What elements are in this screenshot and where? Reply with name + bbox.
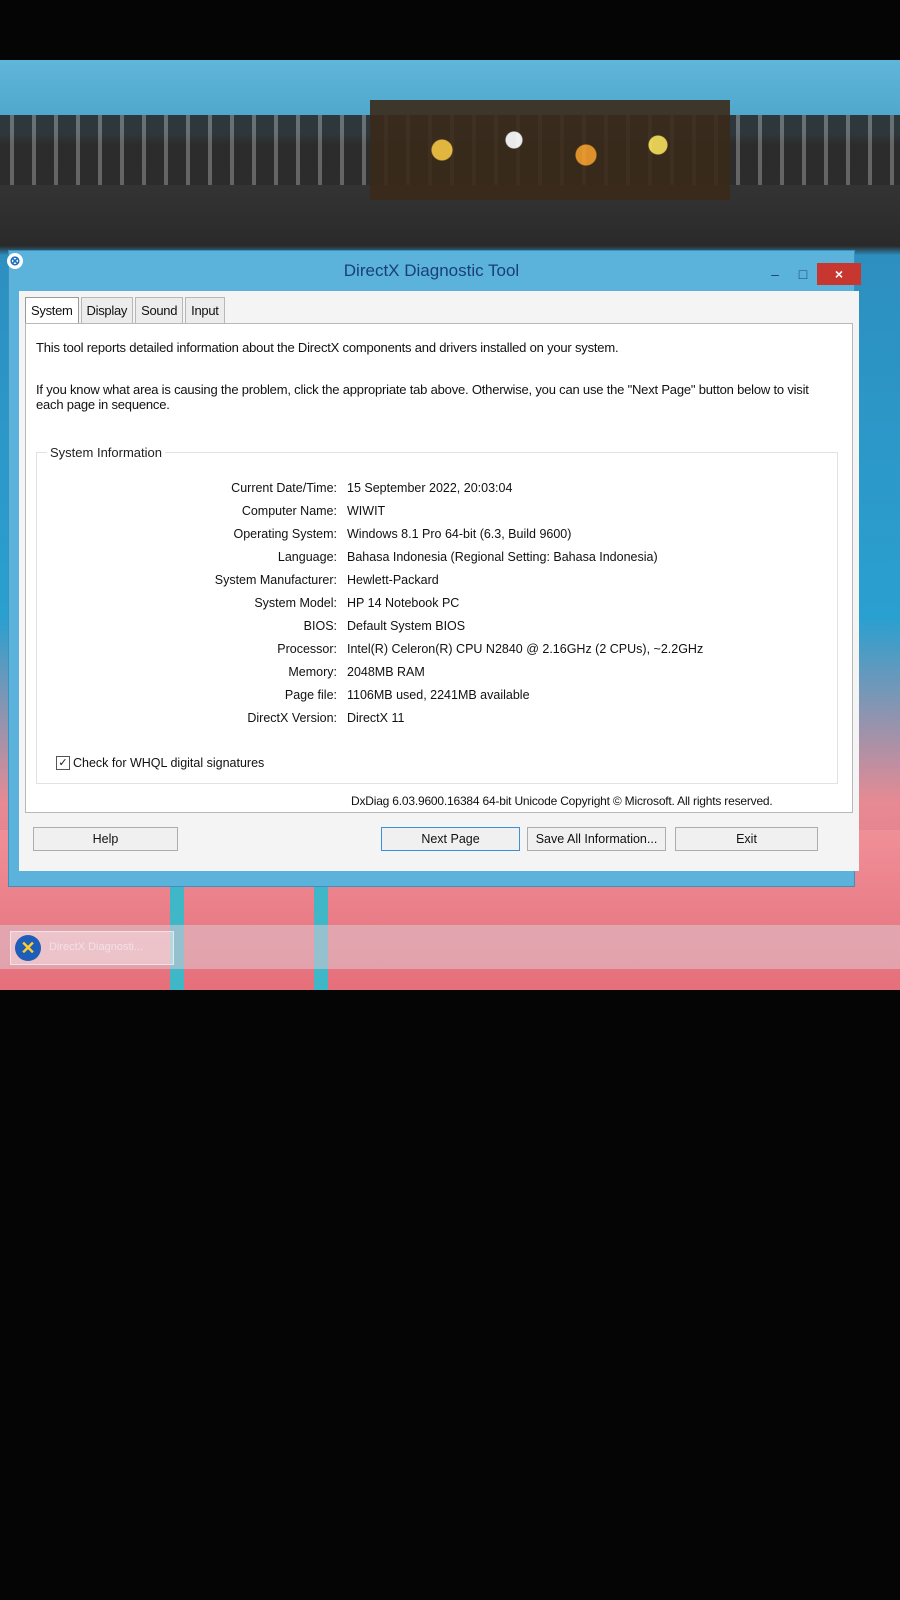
- info-value: Hewlett-Packard: [347, 573, 439, 587]
- window-client-area: System Display Sound Input This tool rep…: [19, 291, 859, 871]
- info-label: System Model:: [254, 596, 337, 610]
- info-value: Default System BIOS: [347, 619, 466, 633]
- directx-icon: ✕: [15, 935, 41, 961]
- taskbar-item-label: DirectX Diagnosti...: [49, 941, 144, 953]
- info-row-directx-version: DirectX Version: DirectX 11: [37, 711, 837, 733]
- info-label: DirectX Version:: [247, 711, 337, 725]
- info-value: 2048MB RAM: [347, 665, 425, 679]
- info-value: Bahasa Indonesia (Regional Setting: Baha…: [347, 550, 658, 564]
- copyright-text: DxDiag 6.03.9600.16384 64-bit Unicode Co…: [351, 794, 773, 808]
- info-value: DirectX 11: [347, 711, 405, 725]
- info-label: Computer Name:: [241, 504, 337, 518]
- maximize-button[interactable]: □: [789, 263, 817, 285]
- system-tab-panel: This tool reports detailed information a…: [25, 323, 853, 813]
- tab-system[interactable]: System: [25, 297, 79, 323]
- info-label: BIOS:: [303, 619, 337, 633]
- close-button[interactable]: ×: [817, 263, 861, 285]
- instructions-text: If you know what area is causing the pro…: [36, 382, 809, 412]
- info-row-bios: BIOS: Default System BIOS: [37, 619, 837, 641]
- help-button[interactable]: Help: [33, 827, 178, 851]
- info-row-model: System Model: HP 14 Notebook PC: [37, 596, 837, 618]
- info-row-memory: Memory: 2048MB RAM: [37, 665, 837, 687]
- taskbar-item-dxdiag[interactable]: ✕ DirectX Diagnosti...: [10, 931, 174, 965]
- info-label: Current Date/Time:: [231, 481, 337, 495]
- info-label: Processor:: [277, 642, 337, 656]
- save-all-information-button[interactable]: Save All Information...: [527, 827, 666, 851]
- info-label: Language:: [277, 550, 337, 564]
- info-value: WIWIT: [347, 504, 386, 518]
- exit-button[interactable]: Exit: [675, 827, 818, 851]
- info-label: System Manufacturer:: [214, 573, 337, 587]
- dxdiag-window: ⊗ DirectX Diagnostic Tool – □ × System D…: [7, 250, 861, 887]
- info-row-os: Operating System: Windows 8.1 Pro 64-bit…: [37, 527, 837, 549]
- whql-checkbox-row[interactable]: ✓ Check for WHQL digital signatures: [56, 756, 264, 770]
- tab-input[interactable]: Input: [185, 297, 225, 323]
- info-row-date: Current Date/Time: 15 September 2022, 20…: [37, 481, 837, 503]
- info-value: Windows 8.1 Pro 64-bit (6.3, Build 9600): [347, 527, 572, 541]
- tab-sound[interactable]: Sound: [135, 297, 184, 323]
- whql-checkbox[interactable]: ✓: [56, 756, 70, 770]
- info-row-language: Language: Bahasa Indonesia (Regional Set…: [37, 550, 837, 572]
- info-row-computer-name: Computer Name: WIWIT: [37, 504, 837, 526]
- info-value: 1106MB used, 2241MB available: [347, 688, 530, 702]
- info-value: Intel(R) Celeron(R) CPU N2840 @ 2.16GHz …: [347, 642, 704, 656]
- info-label: Memory:: [288, 665, 337, 679]
- info-row-manufacturer: System Manufacturer: Hewlett-Packard: [37, 573, 837, 595]
- intro-text: This tool reports detailed information a…: [36, 340, 619, 355]
- next-page-button[interactable]: Next Page: [381, 827, 520, 851]
- whql-label[interactable]: Check for WHQL digital signatures: [73, 756, 264, 770]
- info-row-processor: Processor: Intel(R) Celeron(R) CPU N2840…: [37, 642, 837, 664]
- window-title: DirectX Diagnostic Tool: [343, 261, 520, 280]
- info-row-page-file: Page file: 1106MB used, 2241MB available: [37, 688, 837, 710]
- taskbar: ✕ DirectX Diagnosti...: [0, 925, 900, 969]
- tab-strip: System Display Sound Input: [25, 297, 227, 323]
- info-value: 15 September 2022, 20:03:04: [347, 481, 513, 495]
- info-label: Page file:: [284, 688, 337, 702]
- info-label: Operating System:: [233, 527, 337, 541]
- system-information-group: System Information Current Date/Time: 15…: [36, 445, 838, 784]
- wallpaper-flowers: [370, 100, 730, 200]
- group-label: System Information: [47, 445, 165, 460]
- minimize-button[interactable]: –: [761, 263, 789, 285]
- desktop-screen: ⊗ DirectX Diagnostic Tool – □ × System D…: [0, 60, 900, 990]
- tab-display[interactable]: Display: [80, 297, 134, 323]
- title-bar[interactable]: ⊗ DirectX Diagnostic Tool – □ ×: [7, 251, 861, 287]
- info-value: HP 14 Notebook PC: [347, 596, 460, 610]
